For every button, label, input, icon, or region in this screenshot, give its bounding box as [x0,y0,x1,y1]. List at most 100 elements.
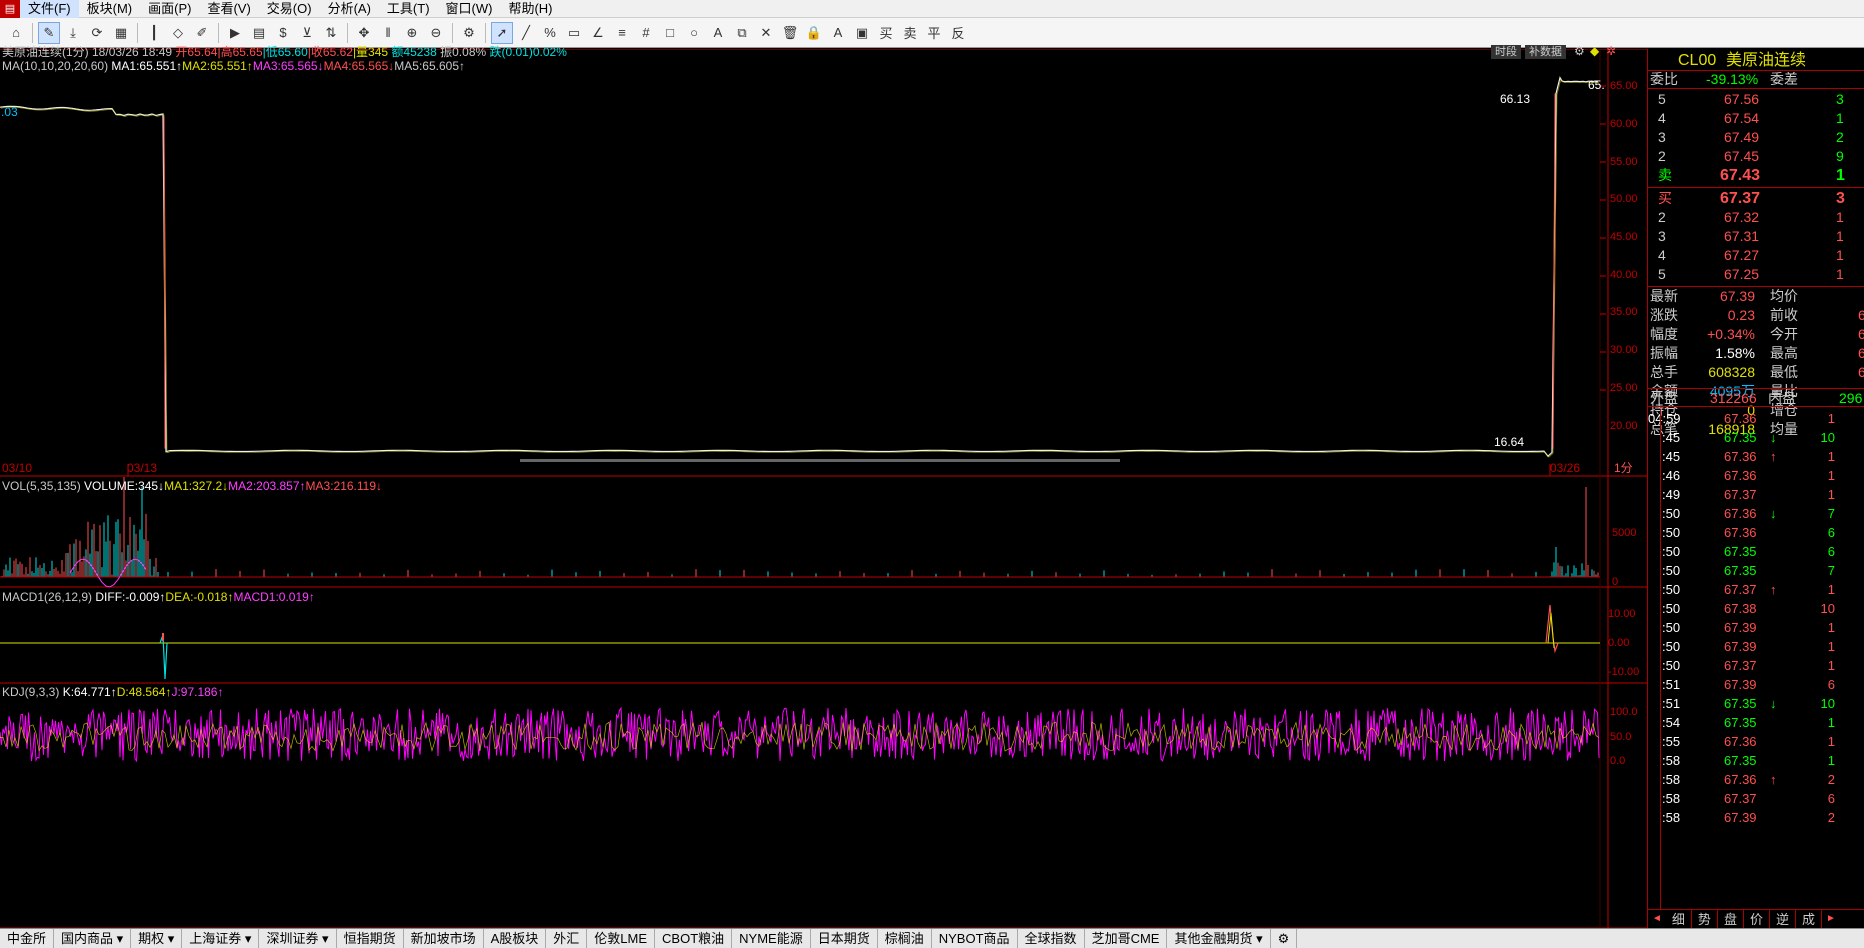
quote-tab[interactable]: 逆 [1770,909,1796,928]
supplement-data-button[interactable]: 补数据 [1525,45,1566,59]
buy-button[interactable]: 买 [875,22,897,44]
tick-row[interactable]: :58 67.35 1 [1648,751,1864,770]
ask-row[interactable]: 5 67.56 3 [1648,90,1864,109]
market-tab[interactable]: 日本期货 [811,929,878,948]
exchange-icon[interactable]: ⇅ [320,22,342,44]
tick-row[interactable]: :50 67.37 ↑ 1 [1648,580,1864,599]
menu-item[interactable]: 工具(T) [379,0,438,18]
quote-tab-right-arrow[interactable]: ► [1822,913,1840,924]
cursor-arrow-icon[interactable]: ➚ [491,21,513,44]
save-icon[interactable]: ▣ [851,22,873,44]
lock-icon[interactable]: 🔒 [803,22,825,44]
market-tab[interactable]: 新加坡市场 [404,929,484,948]
layout-grid-icon[interactable]: ▦ [110,22,132,44]
menu-item[interactable]: 查看(V) [199,0,258,18]
market-tab[interactable]: 伦敦LME [587,929,656,948]
tick-row[interactable]: :58 67.36 ↑ 2 [1648,770,1864,789]
diamond-icon[interactable]: ◇ [167,22,189,44]
menu-item[interactable]: 交易(O) [259,0,320,18]
color-text-icon[interactable]: A [827,22,849,44]
copy-icon[interactable]: ⧉ [731,22,753,44]
market-tab[interactable]: NYME能源 [732,929,811,948]
menu-item[interactable]: 帮助(H) [500,0,560,18]
market-tab[interactable]: 全球指数 [1018,929,1085,948]
tick-row[interactable]: :50 67.35 6 [1648,542,1864,561]
menu-item[interactable]: 画面(P) [140,0,199,18]
market-tab[interactable]: 棕榈油 [878,929,932,948]
market-tab[interactable]: 期权 ▾ [131,929,183,948]
ask-row[interactable]: 2 67.45 9 [1648,147,1864,166]
tick-row[interactable]: :50 67.35 7 [1648,561,1864,580]
grid-tool-icon[interactable]: # [635,22,657,44]
sync-icon[interactable]: ⟳ [86,22,108,44]
tick-row[interactable]: :51 67.35 ↓ 10 [1648,694,1864,713]
tick-row[interactable]: :50 67.36 6 [1648,523,1864,542]
tick-row[interactable]: :50 67.39 1 [1648,637,1864,656]
market-tab[interactable]: 芝加哥CME [1085,929,1168,948]
menu-item[interactable]: 文件(F) [20,0,79,18]
reverse-button[interactable]: 反 [947,22,969,44]
circle-tool-icon[interactable]: ○ [683,22,705,44]
settings-icon[interactable]: ⚙ [1271,929,1298,948]
tick-row[interactable]: :58 67.39 2 [1648,808,1864,827]
tick-row[interactable]: :55 67.36 1 [1648,732,1864,751]
market-tab[interactable]: 其他金融期货 ▾ [1167,929,1271,948]
market-tab[interactable]: 上海证券 ▾ [182,929,260,948]
draw-pen-icon[interactable]: ✎ [38,21,60,44]
quote-tab-left-arrow[interactable]: ◄ [1648,913,1666,924]
market-tab[interactable]: 外汇 [546,929,588,948]
zoom-in-icon[interactable]: ⊕ [401,22,423,44]
menu-item[interactable]: 窗口(W) [438,0,501,18]
tick-row[interactable]: 04:59 67.36 1 [1648,409,1864,428]
text-tool-icon[interactable]: A [707,22,729,44]
document-icon[interactable]: ▤ [248,22,270,44]
tick-row[interactable]: :50 67.39 1 [1648,618,1864,637]
download-icon[interactable]: ⤓ [62,22,84,44]
market-tab[interactable]: CBOT粮油 [655,929,733,948]
bid-row[interactable]: 买 67.37 3 [1648,189,1864,208]
ask-row[interactable]: 卖 67.43 1 [1648,166,1864,185]
tick-row[interactable]: :46 67.36 1 [1648,466,1864,485]
tick-row[interactable]: :45 67.35 ↓ 10 [1648,428,1864,447]
quote-tab[interactable]: 细 [1666,909,1692,928]
ask-row[interactable]: 4 67.54 1 [1648,109,1864,128]
sell-button[interactable]: 卖 [899,22,921,44]
move-icon[interactable]: ✥ [353,22,375,44]
tick-row[interactable]: :45 67.36 ↑ 1 [1648,447,1864,466]
diamond-icon[interactable]: ◆ [1590,44,1599,58]
chart-area[interactable]: 美原油连续(1分) 18/03/26 18:49 开65.64|高65.65|低… [0,44,1647,928]
market-tab[interactable]: 恒指期货 [337,929,404,948]
percent-tool-icon[interactable]: % [539,22,561,44]
bid-row[interactable]: 5 67.25 1 [1648,265,1864,284]
vertical-bar-icon[interactable]: ‖ [377,22,399,44]
tick-row[interactable]: :58 67.37 6 [1648,789,1864,808]
bid-row[interactable]: 3 67.31 1 [1648,227,1864,246]
zoom-out-icon[interactable]: ⊖ [425,22,447,44]
filter-icon[interactable]: ⊻ [296,22,318,44]
settings-gear-icon[interactable]: ⚙ [458,22,480,44]
settings-icon[interactable]: ⚙ [1574,44,1585,58]
bid-row[interactable]: 2 67.32 1 [1648,208,1864,227]
angle-tool-icon[interactable]: ∠ [587,22,609,44]
delete-icon[interactable]: ✕ [755,22,777,44]
quote-tab[interactable]: 价 [1744,909,1770,928]
menu-item[interactable]: 板块(M) [79,0,141,18]
quote-tab[interactable]: 势 [1692,909,1718,928]
trash-icon[interactable]: 🗑 [779,22,801,44]
quote-tab[interactable]: 成 [1796,909,1822,928]
tick-row[interactable]: :49 67.37 1 [1648,485,1864,504]
time-period-button[interactable]: 时段 [1491,45,1521,59]
bid-row[interactable]: 4 67.27 1 [1648,246,1864,265]
ask-row[interactable]: 3 67.49 2 [1648,128,1864,147]
tick-row[interactable]: :50 67.36 ↓ 7 [1648,504,1864,523]
dollar-icon[interactable]: $ [272,22,294,44]
app-logo-icon[interactable]: ▤ [0,0,20,18]
flat-button[interactable]: 平 [923,22,945,44]
ruler-icon[interactable]: ▭ [563,22,585,44]
tick-row[interactable]: :50 67.37 1 [1648,656,1864,675]
home-icon[interactable]: ⌂ [5,22,27,44]
market-tab[interactable]: A股板块 [484,929,547,948]
tick-row[interactable]: :54 67.35 1 [1648,713,1864,732]
edit-icon[interactable]: ✐ [191,22,213,44]
candlestick-icon[interactable]: ┃ [143,22,165,44]
